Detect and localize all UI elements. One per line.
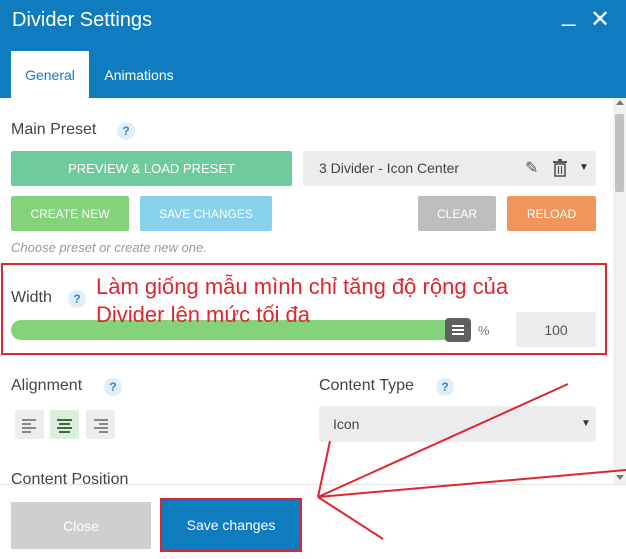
align-right-icon[interactable] [86,410,115,439]
content-type-select[interactable]: Icon ▼ [319,406,596,442]
preset-select-value: 3 Divider - Icon Center [319,160,460,176]
create-new-button[interactable]: CREATE NEW [11,196,129,231]
content-type-help-icon[interactable]: ? [436,378,454,396]
preset-hint: Choose preset or create new one. [11,240,207,255]
align-center-icon[interactable] [50,410,79,439]
chevron-down-icon[interactable]: ▼ [579,162,589,173]
reload-button[interactable]: RELOAD [507,196,596,231]
content-type-label: Content Type [319,377,414,394]
close-button[interactable]: Close [11,502,151,549]
align-left-icon[interactable] [15,410,44,439]
save-preset-changes-button[interactable]: SAVE CHANGES [140,196,272,231]
trash-icon[interactable] [552,158,568,178]
save-changes-button[interactable]: Save changes [160,498,302,552]
close-icon[interactable]: ✕ [590,6,610,34]
annotation-text: Làm giống mẫu mình chỉ tăng độ rộng của … [96,274,509,327]
dialog-title: Divider Settings [12,9,153,31]
preset-select[interactable]: 3 Divider - Icon Center ✎ ▼ [303,151,596,186]
alignment-label: Alignment [11,377,83,394]
scrollbar-thumb[interactable] [615,114,624,192]
preview-load-preset-button[interactable]: PREVIEW & LOAD PRESET [11,151,292,186]
main-preset-label: Main Preset [11,121,97,138]
alignment-help-icon[interactable]: ? [104,378,122,396]
scroll-down-icon[interactable] [616,475,624,480]
scrollbar[interactable] [613,98,626,484]
pencil-icon[interactable]: ✎ [525,158,538,178]
main-preset-help-icon[interactable]: ? [117,122,135,140]
clear-button[interactable]: CLEAR [418,196,496,231]
tab-animations[interactable]: Animations [89,51,189,98]
content-type-value: Icon [333,416,360,432]
tab-general[interactable]: General [11,51,89,98]
scroll-up-icon[interactable] [616,100,624,105]
minimize-icon[interactable]: _ [562,0,575,28]
chevron-down-icon: ▼ [581,418,591,429]
